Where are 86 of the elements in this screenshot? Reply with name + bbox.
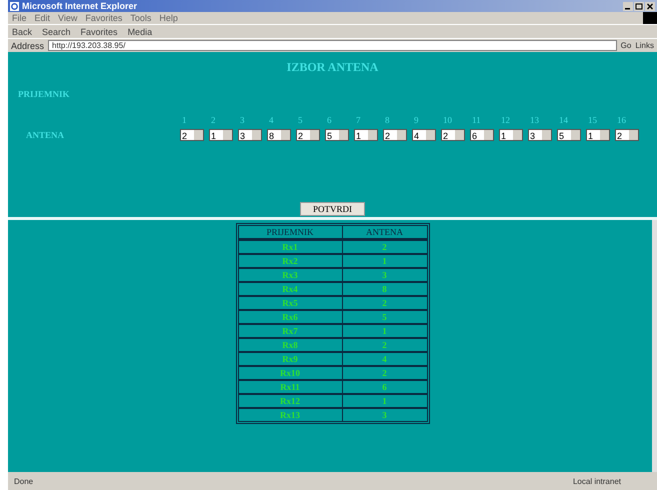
receiver-number: 6 <box>326 115 332 125</box>
page-heading: IZBOR ANTENA <box>286 60 380 75</box>
antenna-label: ANTENA <box>25 130 66 140</box>
table-cell: 1 <box>342 393 426 407</box>
table-cell: 6 <box>342 379 426 393</box>
antenna-dropdown[interactable]: 2 <box>615 129 639 141</box>
table-cell: Rx4 <box>238 281 342 295</box>
antenna-dropdown[interactable]: 1 <box>586 129 610 141</box>
table-cell: 1 <box>342 253 426 267</box>
receiver-number: 13 <box>529 115 540 125</box>
receiver-number: 12 <box>500 115 511 125</box>
receiver-number: 15 <box>587 115 598 125</box>
zone-label: Local intranet <box>572 476 621 486</box>
menu-item[interactable]: Edit <box>34 13 50 23</box>
table-cell: 2 <box>342 295 426 309</box>
window-title: Microsoft Internet Explorer <box>22 1 138 11</box>
receiver-label: PRIJEMNIK <box>18 89 70 99</box>
table-cell: 3 <box>342 407 426 421</box>
table-cell: Rx13 <box>238 407 342 421</box>
browser-icon <box>10 2 19 10</box>
antenna-dropdown[interactable]: 2 <box>383 129 407 141</box>
antenna-dropdown[interactable]: 1 <box>354 129 378 141</box>
receiver-number: 8 <box>384 115 390 125</box>
table-cell: Rx11 <box>238 379 342 393</box>
table-cell: Rx1 <box>238 239 342 253</box>
table-cell: Rx7 <box>238 323 342 337</box>
table-cell: 2 <box>342 239 426 253</box>
table-cell: 5 <box>342 309 426 323</box>
close-button[interactable] <box>645 2 655 10</box>
table-cell: Rx5 <box>238 295 342 309</box>
menu-item[interactable]: Tools <box>130 13 152 23</box>
antenna-dropdown[interactable]: 5 <box>325 129 349 141</box>
receiver-number: 3 <box>239 115 246 125</box>
receiver-number: 2 <box>210 115 216 125</box>
column-header: ANTENA <box>342 226 426 239</box>
table-cell: 1 <box>342 323 426 337</box>
antenna-dropdown[interactable]: 4 <box>412 129 436 141</box>
antenna-dropdown[interactable]: 5 <box>557 129 581 141</box>
scrollbar[interactable] <box>652 220 657 472</box>
antenna-dropdown[interactable]: 6 <box>470 129 494 141</box>
antenna-dropdown[interactable]: 8 <box>267 129 291 141</box>
receiver-number: 1 <box>181 115 188 125</box>
table-cell: 2 <box>342 337 426 351</box>
menu-item[interactable]: Help <box>159 13 178 23</box>
receiver-number: 10 <box>442 115 453 125</box>
table-cell: Rx10 <box>238 365 342 379</box>
receiver-number: 4 <box>268 115 274 125</box>
receiver-number: 9 <box>413 115 420 125</box>
antenna-dropdown[interactable]: 1 <box>209 129 233 141</box>
submit-button[interactable]: POTVRDI <box>300 202 365 216</box>
toolbar-button[interactable]: Media <box>128 26 152 36</box>
antenna-dropdown[interactable]: 2 <box>180 129 204 141</box>
address-label: Address <box>11 40 44 50</box>
go-button[interactable]: Go <box>620 41 632 50</box>
toolbar-button[interactable]: Search <box>42 26 71 36</box>
antenna-dropdown[interactable]: 3 <box>238 129 262 141</box>
antenna-dropdown[interactable]: 1 <box>499 129 523 141</box>
receiver-number: 7 <box>355 115 362 125</box>
table-cell: Rx8 <box>238 337 342 351</box>
table-cell: Rx3 <box>238 267 342 281</box>
receiver-number: 5 <box>297 115 304 125</box>
antenna-dropdown[interactable]: 3 <box>528 129 552 141</box>
table-cell: Rx2 <box>238 253 342 267</box>
antenna-dropdown[interactable]: 2 <box>296 129 320 141</box>
table-cell: Rx12 <box>238 393 342 407</box>
toolbar-button[interactable]: Back <box>12 26 32 36</box>
table-cell: Rx6 <box>238 309 342 323</box>
maximize-button[interactable] <box>634 2 644 10</box>
receiver-number: 16 <box>616 115 627 125</box>
receiver-number: 14 <box>558 115 569 125</box>
toolbar-button[interactable]: Favorites <box>80 26 118 36</box>
status-text: Done <box>14 476 34 486</box>
column-header: PRIJEMNIK <box>238 226 342 239</box>
menu-item[interactable]: View <box>58 13 78 23</box>
address-field[interactable]: http://193.203.38.95/ <box>48 40 617 51</box>
receiver-number: 11 <box>471 115 482 125</box>
table-cell: 2 <box>342 365 426 379</box>
menu-item[interactable]: File <box>12 13 27 23</box>
table-cell: Rx9 <box>238 351 342 365</box>
table-cell: 8 <box>342 281 426 295</box>
minimize-button[interactable] <box>623 2 633 10</box>
menu-item[interactable]: Favorites <box>85 13 122 23</box>
links-button[interactable]: Links <box>635 41 654 50</box>
table-cell: 4 <box>342 351 426 365</box>
table-cell: 3 <box>342 267 426 281</box>
antenna-dropdown[interactable]: 2 <box>441 129 465 141</box>
